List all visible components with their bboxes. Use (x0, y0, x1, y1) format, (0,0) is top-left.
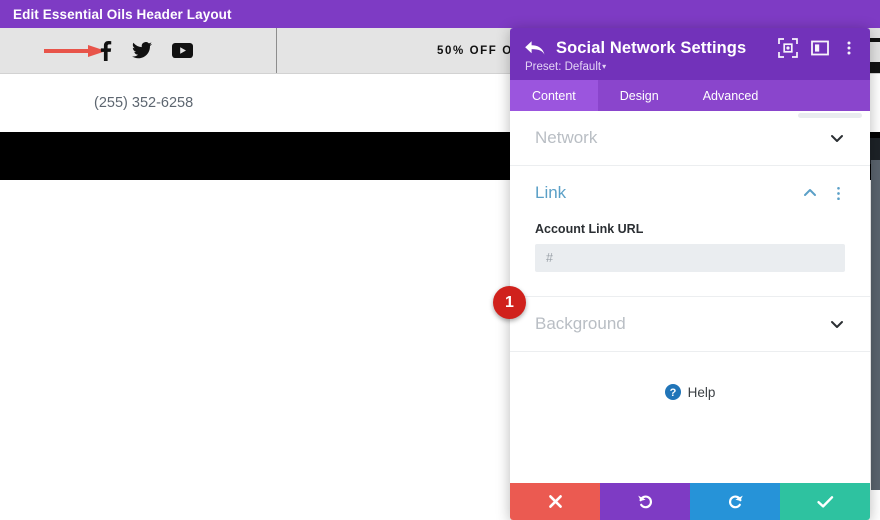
chevron-up-icon[interactable] (802, 185, 818, 201)
section-link-title[interactable]: Link (535, 183, 802, 203)
panel-title: Social Network Settings (556, 38, 747, 57)
check-icon (816, 495, 833, 508)
youtube-icon[interactable] (172, 43, 193, 58)
preset-selector[interactable]: Preset: Default▾ (524, 61, 856, 73)
pointer-arrow-icon (44, 44, 106, 57)
back-arrow-icon[interactable] (524, 38, 546, 58)
account-link-url-field: Account Link URL (535, 222, 845, 296)
svg-text:?: ? (669, 387, 676, 399)
promo-text: 50% OFF O (437, 44, 513, 57)
screen-root: Edit Essential Oils Header Layout 50% OF… (0, 0, 880, 520)
panel-action-bar (510, 483, 870, 520)
page-title: Edit Essential Oils Header Layout (13, 6, 232, 22)
panel-scrollbar[interactable] (798, 113, 862, 118)
more-options-icon[interactable] (842, 38, 856, 58)
section-background-title: Background (535, 314, 626, 333)
save-button[interactable] (780, 483, 870, 520)
account-link-url-input[interactable] (535, 244, 845, 272)
close-icon (548, 495, 562, 508)
twitter-icon[interactable] (132, 42, 152, 59)
panel-tabs: Content Design Advanced (510, 80, 870, 111)
section-options-icon[interactable] (832, 185, 845, 202)
facebook-icon[interactable] (100, 40, 112, 61)
help-icon: ? (664, 384, 681, 400)
chevron-down-icon[interactable] (829, 130, 845, 146)
social-network-settings-panel: Social Network Settings Preset: Default▾… (510, 28, 870, 520)
panel-header: Social Network Settings Preset: Default▾ (510, 28, 870, 80)
section-background[interactable]: Background (510, 297, 870, 352)
undo-button[interactable] (600, 483, 690, 520)
tab-content[interactable]: Content (510, 80, 598, 111)
section-network[interactable]: Network (510, 111, 870, 166)
tab-advanced[interactable]: Advanced (681, 80, 781, 111)
redo-icon (728, 495, 743, 509)
edge-artifact-top (869, 38, 880, 42)
section-network-title: Network (535, 128, 598, 147)
chevron-down-icon[interactable] (829, 316, 845, 332)
layout-toggle-icon[interactable] (810, 38, 830, 58)
redo-button[interactable] (690, 483, 780, 520)
section-link: Link Account Link URL (510, 166, 870, 297)
account-link-url-label: Account Link URL (535, 222, 644, 236)
help-link[interactable]: ? Help (664, 384, 716, 400)
tab-design[interactable]: Design (598, 80, 681, 111)
help-area: ? Help (510, 352, 870, 432)
callout-badge-1: 1 (493, 286, 526, 319)
cancel-button[interactable] (510, 483, 600, 520)
preview-social-column (0, 28, 277, 73)
phone-number: (255) 352-6258 (94, 95, 194, 111)
builder-top-bar: Edit Essential Oils Header Layout (0, 0, 880, 28)
undo-icon (637, 495, 652, 509)
preset-label: Preset: Default (525, 61, 602, 73)
help-label: Help (687, 384, 716, 400)
page-scrollbar-track[interactable] (871, 160, 880, 490)
preview-social-icons (100, 40, 193, 61)
edge-artifact-mid (869, 62, 880, 73)
panel-body: Network Link Account Link URL # Backgrou… (510, 111, 870, 483)
focus-icon[interactable] (778, 38, 798, 58)
chevron-down-icon: ▾ (602, 62, 607, 72)
